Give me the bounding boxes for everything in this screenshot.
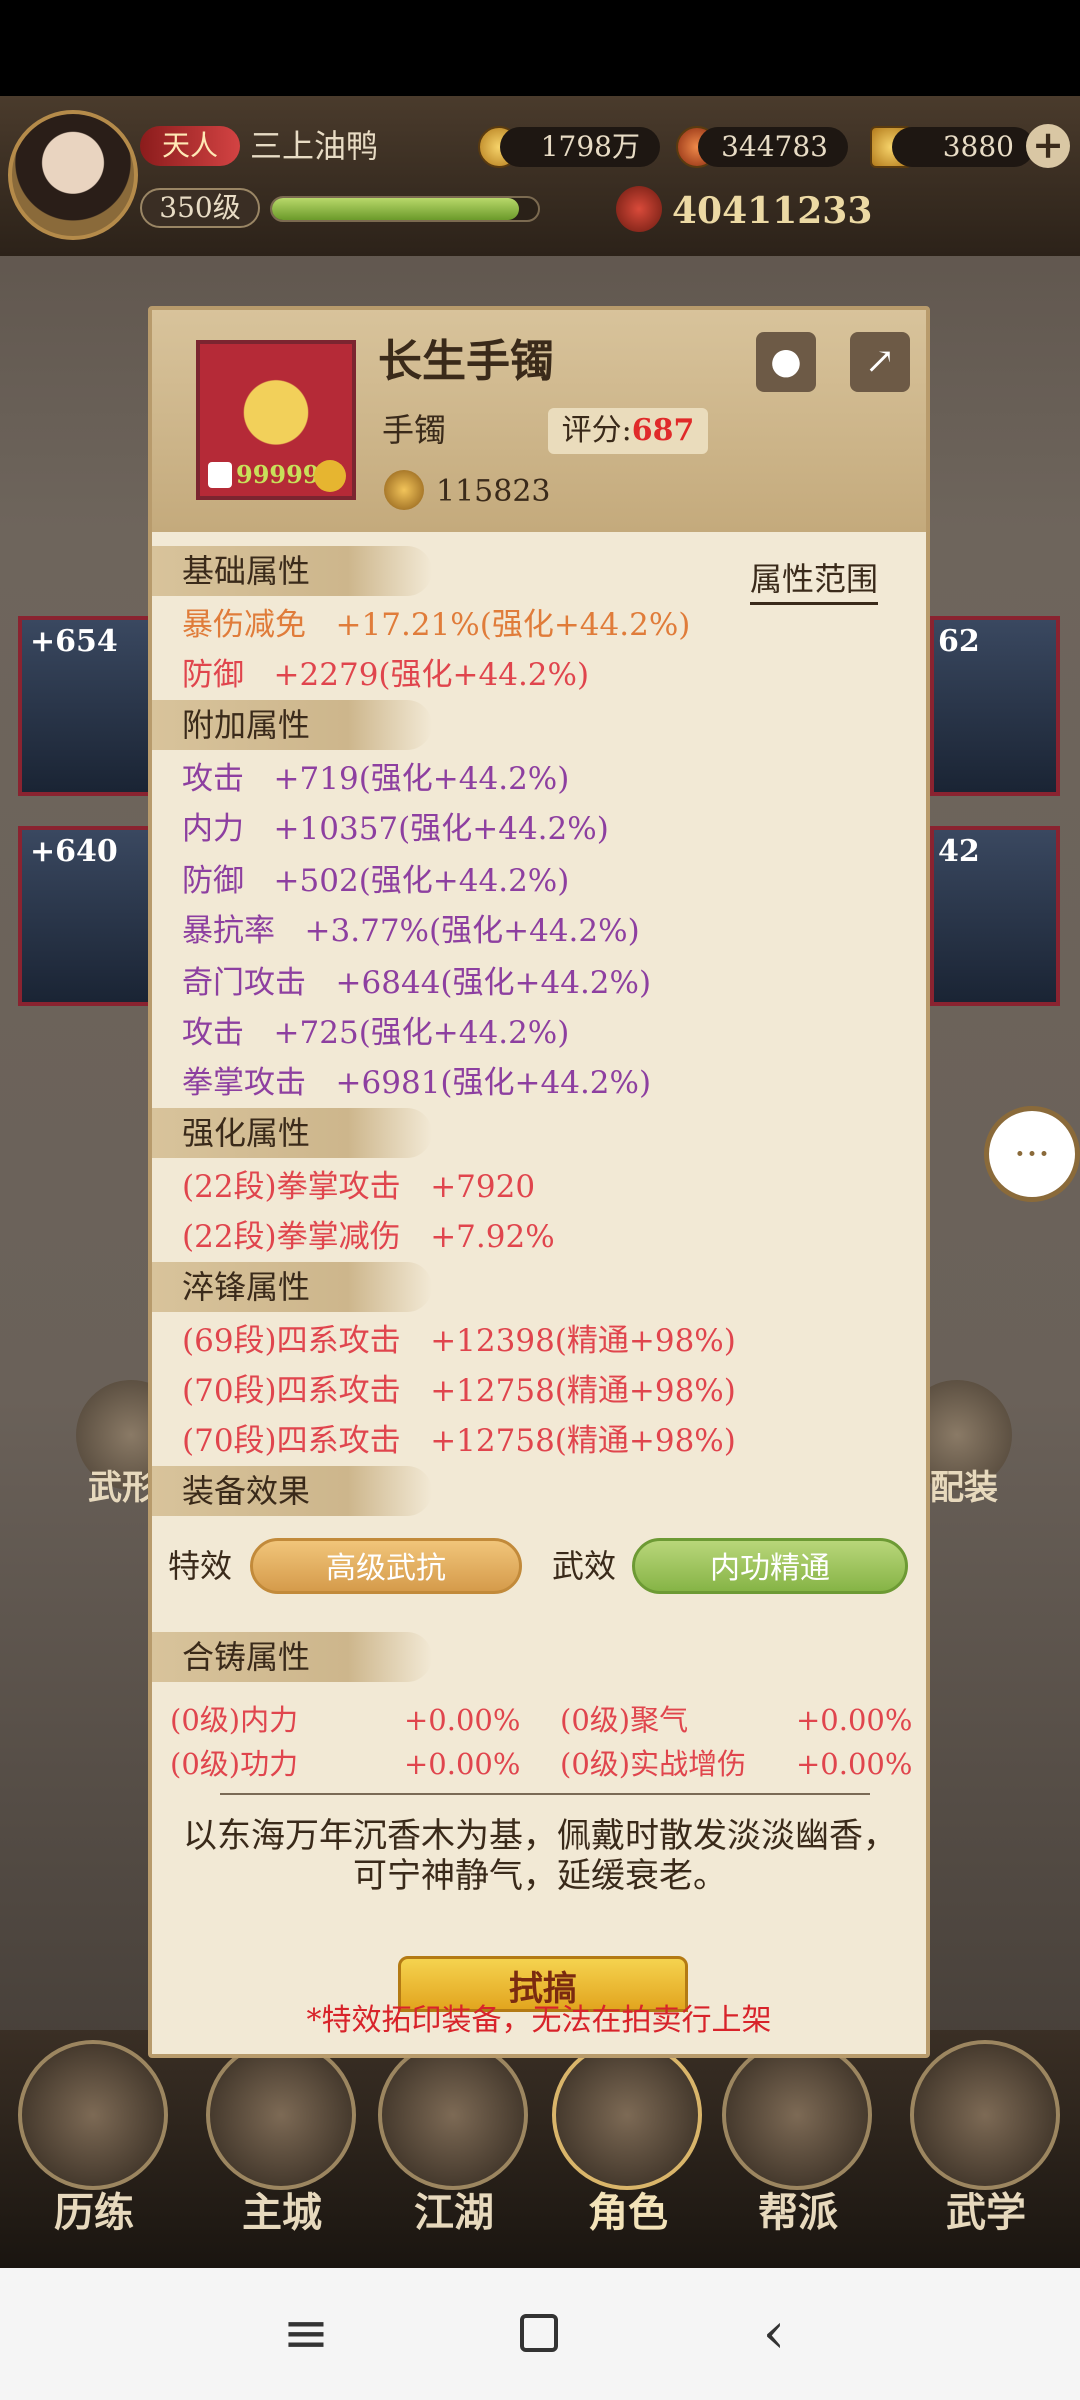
cast-attr-value: +0.00% [796,1747,913,1781]
equip-slot-badge: +654 [30,624,118,659]
enhance-attr-line: (22段)拳掌攻击 +7920 [182,1169,536,1205]
cast-attr-name: (0级)内力 [170,1703,299,1737]
avatar[interactable] [8,110,138,240]
nav-martial-arts-icon[interactable] [910,2040,1060,2190]
cast-attr-name: (0级)功力 [170,1747,299,1781]
item-description: 以东海万年沉香木为基，佩戴时散发淡淡幽香，可宁神静气，延缓衰老。 [183,1816,897,1896]
nav-character-icon[interactable] [552,2040,702,2190]
cast-attr-value: +0.00% [404,1747,521,1781]
score-value: 687 [631,413,695,448]
martial-form-label: 武形 [88,1468,156,1508]
enhance-attr-line: (22段)拳掌减伤 +7.92% [182,1219,555,1255]
chat-bubble-icon[interactable]: ··· [984,1106,1080,1202]
value-coin-icon [384,470,424,510]
nav-jianghu[interactable]: 江湖 [374,2180,534,2238]
nav-city[interactable]: 主城 [202,2180,362,2238]
item-icon-badge: 99999 [236,460,320,489]
martial-effect-label: 武效 [552,1547,617,1585]
special-effect-pill[interactable]: 高级武抗 [250,1538,522,1594]
extra-attr-line: 奇门攻击 +6844(强化+44.2%) [182,965,652,1001]
cast-attr-name: (0级)聚气 [560,1703,689,1737]
nav-training-icon[interactable] [18,2040,168,2190]
player-name: 三上油鸭 [250,127,379,165]
extra-attr-line: 攻击 +725(强化+44.2%) [182,1015,570,1051]
nav-guild[interactable]: 帮派 [718,2180,878,2238]
nav-city-icon[interactable] [206,2040,356,2190]
exp-bar-fill [272,198,519,220]
equip-slot-badge: 62 [938,624,980,659]
lock-icon [208,462,232,488]
extra-attr-line: 拳掌攻击 +6981(强化+44.2%) [182,1065,652,1101]
basic-attr-line: 暴伤减免 +17.21%(强化+44.2%) [182,607,691,643]
extra-attr-line: 防御 +502(强化+44.2%) [182,863,570,899]
section-enhance-attrs: 强化属性 [152,1108,432,1158]
equip-slot-right-2[interactable]: 42 [930,826,1060,1006]
special-effect-label: 特效 [168,1547,233,1585]
nav-jianghu-icon[interactable] [378,2040,528,2190]
item-score: 评分:687 [548,408,708,454]
equip-slot-badge: 42 [938,834,980,869]
temper-attr-line: (70段)四系攻击 +12758(精通+98%) [182,1373,736,1409]
section-temper-attrs: 淬锋属性 [152,1262,432,1312]
nav-character[interactable]: 角色 [548,2180,708,2238]
item-name: 长生手镯 [378,336,554,387]
share-button[interactable]: ↗ [850,332,910,392]
power-value: 40411233 [672,190,873,232]
equip-slot-left-1[interactable]: +654 [18,616,158,796]
yuanbao-amount: 3880 [892,127,1034,167]
nav-guild-icon[interactable] [722,2040,872,2190]
extra-attr-line: 内力 +10357(强化+44.2%) [182,811,609,847]
nav-martial-arts[interactable]: 武学 [906,2180,1066,2238]
section-cast-attrs: 合铸属性 [152,1632,432,1682]
silver-amount: 1798万 [500,127,660,167]
cast-attr-value: +0.00% [796,1703,913,1737]
extra-attr-line: 暴抗率 +3.77%(强化+44.2%) [182,913,640,949]
basic-attr-line: 防御 +2279(强化+44.2%) [182,657,590,693]
equip-slot-right-1[interactable]: 62 [930,616,1060,796]
back-icon[interactable]: ‹ [734,2304,814,2364]
section-equip-effects: 装备效果 [152,1466,432,1516]
add-currency-button[interactable]: + [1026,124,1070,168]
nav-training[interactable]: 历练 [14,2180,174,2238]
temper-attr-line: (69段)四系攻击 +12398(精通+98%) [182,1323,736,1359]
equip-slot-badge: +640 [30,834,118,869]
cast-attr-name: (0级)实战增伤 [560,1747,747,1781]
gold-amount: 344783 [698,127,848,167]
menu-icon[interactable]: ≡ [266,2304,346,2364]
divider [220,1793,870,1795]
equip-slot-left-2[interactable]: +640 [18,826,158,1006]
power-icon [616,186,662,232]
attr-range-link[interactable]: 属性范围 [750,556,879,605]
home-icon[interactable] [520,2314,558,2352]
top-bar [0,96,1080,256]
martial-effect-pill[interactable]: 内功精通 [632,1538,908,1594]
section-extra-attrs: 附加属性 [152,700,432,750]
auction-warning: *特效拓印装备，无法在拍卖行上架 [306,2003,772,2038]
lock-button[interactable]: ● [756,332,816,392]
cast-attr-value: +0.00% [404,1703,521,1737]
section-basic-attrs: 基础属性 [152,546,432,596]
equip-set-label: 配装 [930,1468,998,1508]
link-icon [314,460,346,492]
status-bar [0,0,1080,96]
extra-attr-line: 攻击 +719(强化+44.2%) [182,761,570,797]
temper-attr-line: (70段)四系攻击 +12758(精通+98%) [182,1423,736,1459]
score-label: 评分: [561,413,632,448]
item-type: 手镯 [382,411,447,449]
item-value: 115823 [436,474,551,509]
player-level: 350级 [140,188,260,228]
vip-badge: 天人 [140,126,240,166]
